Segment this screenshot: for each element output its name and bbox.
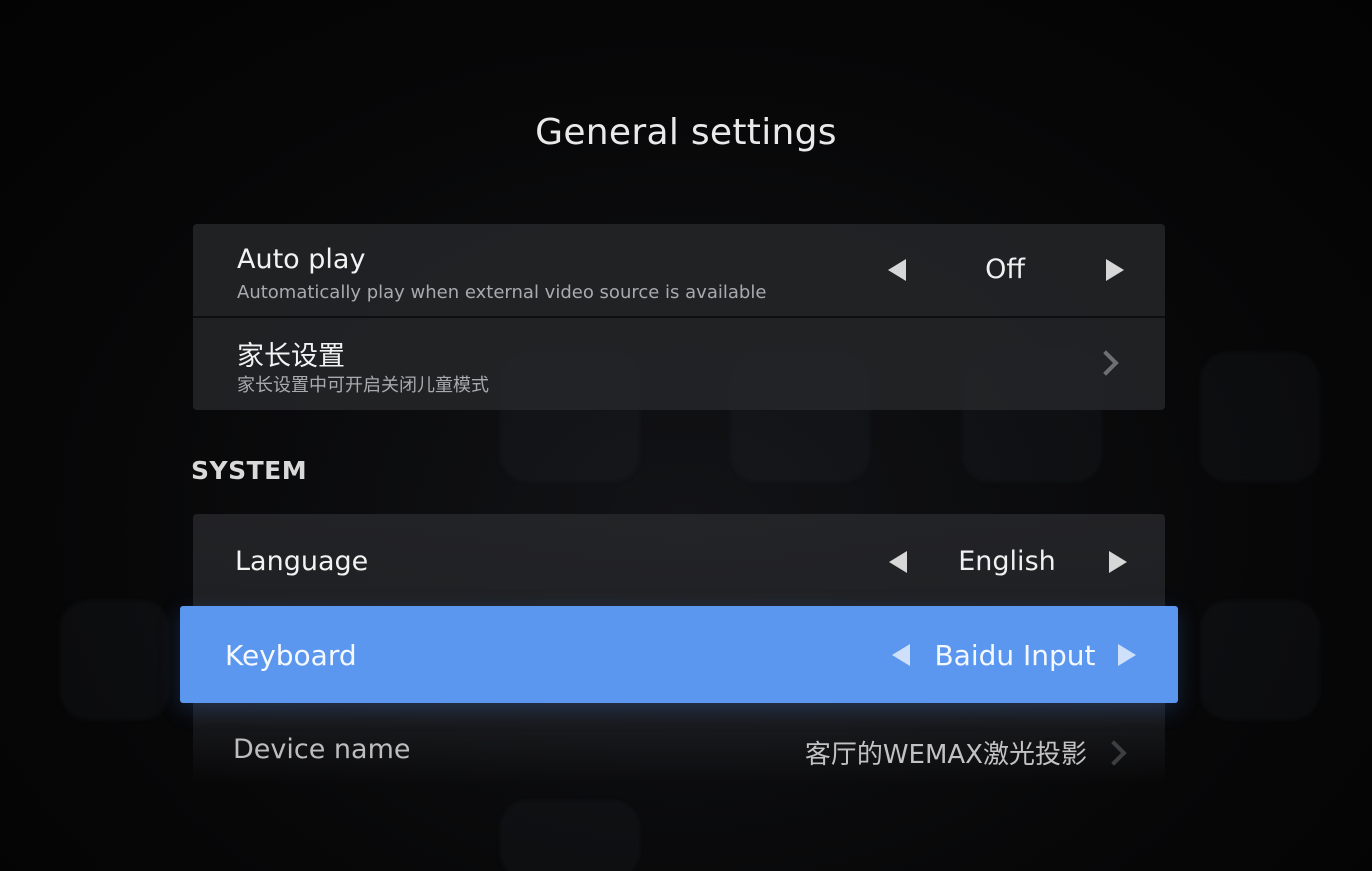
section-header-system: SYSTEM xyxy=(191,456,308,485)
auto-play-title: Auto play xyxy=(237,244,366,275)
page-title: General settings xyxy=(535,112,837,153)
device-name-title: Device name xyxy=(233,734,411,765)
language-row[interactable]: Language English xyxy=(193,514,1165,606)
language-value: English xyxy=(958,546,1056,577)
auto-play-value: Off xyxy=(985,254,1025,285)
keyboard-title: Keyboard xyxy=(225,639,357,672)
parental-settings-title: 家长设置 xyxy=(237,341,345,372)
auto-play-subtitle: Automatically play when external video s… xyxy=(237,282,767,303)
language-title: Language xyxy=(235,546,369,577)
device-name-row[interactable]: Device name 客厅的WEMAX激光投影 xyxy=(193,704,1165,784)
background-tile xyxy=(500,800,640,871)
chevron-right-icon xyxy=(1093,350,1119,376)
background-tile xyxy=(1200,352,1320,482)
device-name-value: 客厅的WEMAX激光投影 xyxy=(804,740,1087,770)
tv-settings-screen: General settings Auto play Automatically… xyxy=(0,0,1372,871)
triangle-right-icon[interactable] xyxy=(1106,259,1124,281)
background-tile xyxy=(1200,600,1320,720)
chevron-right-icon xyxy=(1101,740,1127,766)
triangle-right-icon[interactable] xyxy=(1118,644,1136,666)
background-tile xyxy=(60,600,170,720)
parental-settings-subtitle: 家长设置中可开启关闭儿童模式 xyxy=(237,375,489,396)
general-options-panel: Auto play Automatically play when extern… xyxy=(193,224,1165,410)
triangle-left-icon[interactable] xyxy=(889,551,907,573)
keyboard-value: Baidu Input xyxy=(934,639,1096,672)
triangle-left-icon[interactable] xyxy=(892,644,910,666)
keyboard-row[interactable]: Keyboard Baidu Input xyxy=(180,606,1178,703)
parental-settings-row[interactable]: 家长设置 家长设置中可开启关闭儿童模式 xyxy=(193,318,1165,410)
triangle-right-icon[interactable] xyxy=(1109,551,1127,573)
auto-play-row[interactable]: Auto play Automatically play when extern… xyxy=(193,224,1165,316)
triangle-left-icon[interactable] xyxy=(888,259,906,281)
